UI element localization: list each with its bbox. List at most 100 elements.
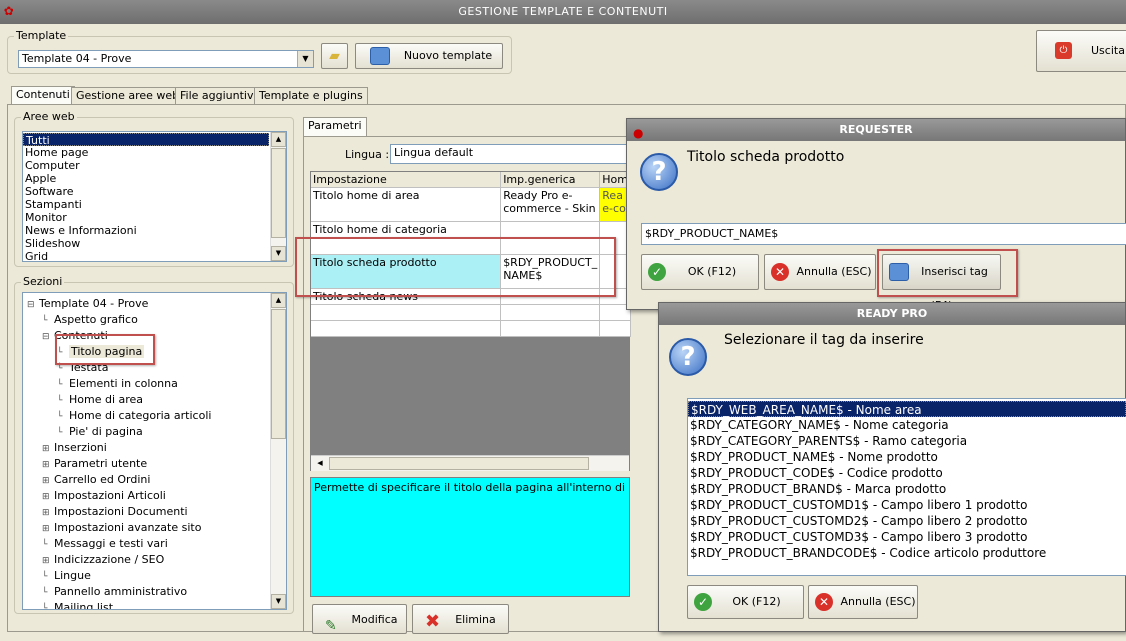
- highlight-titolo-scheda: [295, 237, 616, 297]
- cell-empty: [599, 320, 631, 337]
- list-item[interactable]: Grid: [23, 250, 286, 263]
- sezioni-scrollbar[interactable]: ▲ ▼: [270, 293, 286, 609]
- tree-item[interactable]: └ Pie' di pagina: [23, 424, 286, 440]
- scroll-thumb[interactable]: [329, 457, 589, 470]
- tree-item[interactable]: └ Home di area: [23, 392, 286, 408]
- tag-list-item[interactable]: $RDY_WEB_AREA_NAME$ - Nome area: [688, 401, 1126, 417]
- tree-item[interactable]: ⊞ Indicizzazione / SEO: [23, 552, 286, 568]
- open-folder-button[interactable]: ▰: [321, 43, 348, 69]
- expander-icon[interactable]: ⊟: [27, 297, 39, 313]
- window-title: GESTIONE TEMPLATE E CONTENUTI: [458, 5, 668, 18]
- tag-list-item[interactable]: $RDY_PRODUCT_NAME$ - Nome prodotto: [688, 449, 1126, 465]
- tree-item[interactable]: └ Lingue: [23, 568, 286, 584]
- tree-item[interactable]: └ Messaggi e testi vari: [23, 536, 286, 552]
- tab-file-aggiuntivi[interactable]: File aggiuntivi: [175, 87, 262, 105]
- aree-web-scrollbar[interactable]: ▲ ▼: [270, 132, 286, 261]
- exit-button[interactable]: ⏻ Uscita: [1036, 30, 1126, 72]
- list-item[interactable]: Tutti: [23, 133, 269, 147]
- requester-heading: Titolo scheda prodotto: [687, 149, 845, 165]
- cancel-icon: ✕: [815, 593, 833, 611]
- folder-icon: ▰: [329, 48, 340, 64]
- expander-icon[interactable]: ⊞: [42, 473, 54, 489]
- scroll-down-icon[interactable]: ▼: [271, 594, 286, 609]
- tree-item[interactable]: └ Mailing list: [23, 600, 286, 609]
- chevron-down-icon[interactable]: ▼: [297, 51, 313, 67]
- tree-item-label: Carrello ed Ordini: [54, 473, 151, 486]
- list-item[interactable]: Home page: [23, 146, 286, 159]
- grid-hscrollbar[interactable]: ◀: [311, 455, 629, 471]
- scroll-up-icon[interactable]: ▲: [271, 293, 286, 308]
- tag-list-item[interactable]: $RDY_PRODUCT_BRAND$ - Marca prodotto: [688, 481, 1126, 497]
- new-template-button[interactable]: Nuovo template: [355, 43, 503, 69]
- tab-template-plugins[interactable]: Template e plugins: [254, 87, 368, 105]
- requester-titlebar: ● REQUESTER: [627, 119, 1125, 141]
- tree-item[interactable]: ⊞ Impostazioni Articoli: [23, 488, 286, 504]
- scroll-thumb[interactable]: [271, 309, 286, 439]
- modifica-button[interactable]: ✎ Modifica: [312, 604, 407, 634]
- tree-item[interactable]: ⊟ Template 04 - Prove: [23, 296, 286, 312]
- tree-item[interactable]: └ Home di categoria articoli: [23, 408, 286, 424]
- readypro-annulla-button[interactable]: ✕ Annulla (ESC): [808, 585, 918, 619]
- tree-item-label: Aspetto grafico: [54, 313, 138, 326]
- tag-list-item[interactable]: $RDY_CATEGORY_PARENTS$ - Ramo categoria: [688, 433, 1126, 449]
- requester-annulla-button[interactable]: ✕ Annulla (ESC): [764, 254, 876, 290]
- table-row[interactable]: [311, 304, 631, 321]
- tree-line-icon: └: [57, 428, 63, 438]
- template-select[interactable]: Template 04 - Prove ▼: [18, 50, 314, 68]
- list-item[interactable]: Slideshow: [23, 237, 286, 250]
- readypro-titlebar: READY PRO: [659, 303, 1125, 325]
- tag-list-item[interactable]: $RDY_PRODUCT_CUSTOMD2$ - Campo libero 2 …: [688, 513, 1126, 529]
- readypro-ok-button[interactable]: ✓ OK (F12): [687, 585, 804, 619]
- table-row[interactable]: Titolo home di area Ready Pro e-commerce…: [311, 187, 631, 222]
- expander-icon[interactable]: ⊞: [42, 505, 54, 521]
- tree-item[interactable]: ⊞ Impostazioni avanzate sito: [23, 520, 286, 536]
- tree-item[interactable]: ⊞ Inserzioni: [23, 440, 286, 456]
- expander-icon[interactable]: ⊞: [42, 489, 54, 505]
- col-impostazione[interactable]: Impostazione: [311, 172, 502, 188]
- expander-icon[interactable]: ⊞: [42, 457, 54, 473]
- expander-icon[interactable]: ⊞: [42, 521, 54, 537]
- elimina-button[interactable]: ✖ Elimina: [412, 604, 509, 634]
- list-item[interactable]: Monitor: [23, 211, 286, 224]
- tab-gestione-aree-web[interactable]: Gestione aree web: [71, 87, 185, 105]
- tree-line-icon: └: [57, 412, 63, 422]
- tree-item[interactable]: ⊞ Carrello ed Ordini: [23, 472, 286, 488]
- requester-input[interactable]: $RDY_PRODUCT_NAME$: [641, 223, 1126, 245]
- list-item[interactable]: Computer: [23, 159, 286, 172]
- expander-icon[interactable]: ⊞: [42, 441, 54, 457]
- aree-web-list[interactable]: Tutti Home page Computer Apple Software Stamp…: [22, 131, 287, 263]
- tab-contenuti[interactable]: Contenuti: [11, 86, 75, 105]
- scroll-up-icon[interactable]: ▲: [271, 132, 286, 147]
- tag-list-item[interactable]: $RDY_PRODUCT_CUSTOMD3$ - Campo libero 3 …: [688, 529, 1126, 545]
- exit-label: Uscita: [1091, 44, 1125, 57]
- settings-grid[interactable]: Impostazione Imp.generica Hom Titolo hom…: [310, 171, 631, 471]
- scroll-down-icon[interactable]: ▼: [271, 246, 286, 261]
- list-item[interactable]: Stampanti: [23, 198, 286, 211]
- expander-icon[interactable]: ⊟: [42, 329, 54, 345]
- scroll-left-icon[interactable]: ◀: [313, 457, 327, 470]
- tree-item[interactable]: ⊞ Impostazioni Documenti: [23, 504, 286, 520]
- list-item[interactable]: News e Informazioni: [23, 224, 286, 237]
- list-item[interactable]: Software: [23, 185, 286, 198]
- tag-list-item[interactable]: $RDY_CATEGORY_NAME$ - Nome categoria: [688, 417, 1126, 433]
- tree-item[interactable]: └ Elementi in colonna: [23, 376, 286, 392]
- tab-parametri[interactable]: Parametri: [303, 117, 367, 136]
- tree-line-icon: └: [42, 540, 48, 550]
- col-imp-generica[interactable]: Imp.generica: [500, 172, 601, 188]
- tag-list-item[interactable]: $RDY_PRODUCT_BRANDCODE$ - Codice articol…: [688, 545, 1126, 561]
- scroll-thumb[interactable]: [271, 148, 286, 238]
- tag-list-item[interactable]: $RDY_PRODUCT_CODE$ - Codice prodotto: [688, 465, 1126, 481]
- tree-item[interactable]: └ Aspetto grafico: [23, 312, 286, 328]
- list-item[interactable]: Apple: [23, 172, 286, 185]
- apple-icon: ●: [633, 126, 644, 140]
- tree-item-label: Parametri utente: [54, 457, 148, 470]
- expander-icon[interactable]: ⊞: [42, 553, 54, 569]
- lingua-select[interactable]: Lingua default: [390, 144, 630, 164]
- tree-item[interactable]: ⊞ Parametri utente: [23, 456, 286, 472]
- tree-item[interactable]: └ Pannello amministrativo: [23, 584, 286, 600]
- delete-icon: ✖: [425, 611, 441, 632]
- tag-list-item[interactable]: $RDY_PRODUCT_CUSTOMD1$ - Campo libero 1 …: [688, 497, 1126, 513]
- requester-ok-button[interactable]: ✓ OK (F12): [641, 254, 759, 290]
- tag-list[interactable]: $RDY_WEB_AREA_NAME$ - Nome area $RDY_CATE…: [687, 398, 1126, 576]
- table-row[interactable]: [311, 320, 631, 337]
